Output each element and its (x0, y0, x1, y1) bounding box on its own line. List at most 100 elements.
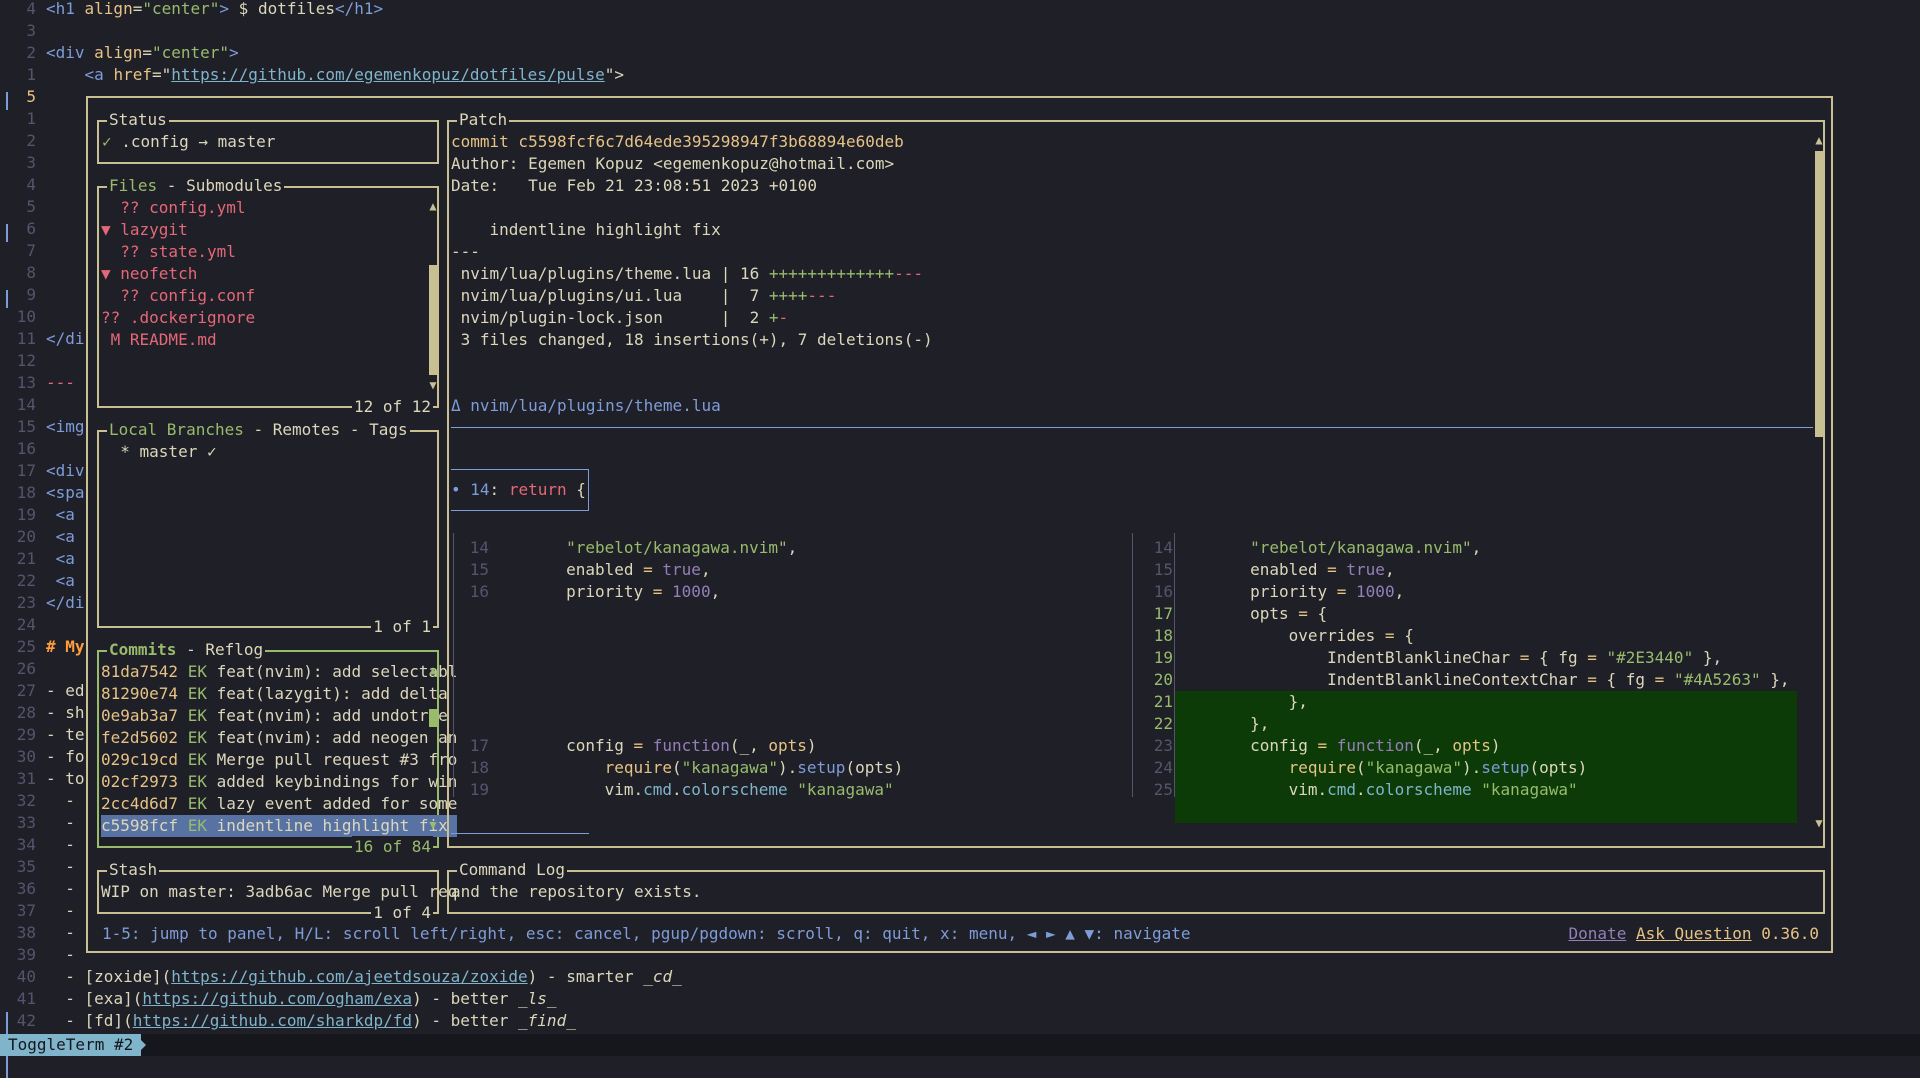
patch-scrollbar[interactable] (1815, 151, 1823, 437)
commit-author: EK (178, 750, 217, 769)
editor-line: 33 - (0, 812, 86, 834)
terminal-name[interactable]: ToggleTerm #2 (0, 1034, 142, 1056)
code-token: colorscheme (1365, 780, 1472, 799)
line-content: - (46, 857, 75, 876)
branches-count: 1 of 1 (371, 616, 433, 638)
code-token: opts (768, 736, 807, 755)
command-log-panel[interactable]: Command Log and the repository exists. (447, 859, 1825, 914)
editor-line: 24 (0, 614, 86, 636)
commit-row[interactable]: 02cf2973 EK added keybindings for win (101, 771, 457, 793)
command-log-title: Command Log (457, 859, 567, 881)
reflog-tab[interactable]: - Reflog (176, 640, 263, 659)
scroll-down-icon[interactable]: ▼ (1814, 816, 1824, 830)
scroll-up-icon[interactable]: ▲ (428, 663, 438, 677)
editor-line: 39 - (0, 944, 86, 966)
branches-panel[interactable]: Local Branches - Remotes - Tags * master… (97, 419, 439, 638)
file-item[interactable]: ?? .dockerignore (101, 307, 255, 329)
hunk-colon: : (489, 480, 509, 499)
code-token: ]( (123, 989, 143, 1008)
submodules-tab[interactable]: - Submodules (157, 176, 283, 195)
commit-row[interactable]: 81290e74 EK feat(lazygit): add delta (101, 683, 457, 705)
local-branches-tab[interactable]: Local Branches (109, 420, 244, 439)
code-token: zoxide (94, 967, 152, 986)
stat-minus: --- (894, 264, 924, 283)
editor-line: 30 - fo (0, 746, 86, 768)
diff-line-number: 20 (1153, 670, 1173, 689)
patch-panel[interactable]: Patch commit c5598fcf6c7d64ede395298947f… (447, 109, 1825, 848)
scroll-up-icon[interactable]: ▲ (1814, 133, 1824, 147)
code-token: enabled (489, 560, 644, 579)
remotes-tags-tabs[interactable]: - Remotes - Tags (244, 420, 407, 439)
diff-line-number: 19 (469, 780, 489, 799)
diff-line-number: 17 (469, 736, 489, 755)
diff-line: 18 require("kanagawa").setup(opts) (453, 757, 904, 779)
commit-row[interactable]: 81da7542 EK feat(nvim): add selectabl (101, 661, 457, 683)
files-panel[interactable]: Files - Submodules ?? config.yml ▼ lazygi… (97, 175, 439, 418)
code-token: = (132, 0, 143, 18)
code-token: { fg (1529, 648, 1588, 667)
line-number: 14 (16, 395, 36, 414)
diff-line-number: 15 (1153, 560, 1173, 579)
diff-line-number: 24 (1153, 758, 1173, 777)
editor-line: 14 (0, 394, 86, 416)
commits-tab[interactable]: Commits (109, 640, 176, 659)
commit-row[interactable]: fe2d5602 EK feat(nvim): add neogen an (101, 727, 457, 749)
editor-line: 41 - [exa](https://github.com/ogham/exa)… (0, 988, 1920, 1010)
author-line: Author: Egemen Kopuz <egemenkopuz@hotmai… (451, 154, 895, 173)
diff-line-number: 23 (1153, 736, 1173, 755)
diff-line-number: 17 (1153, 604, 1173, 623)
file-item[interactable]: M README.md (101, 329, 217, 351)
scroll-down-icon[interactable]: ▼ (428, 378, 438, 392)
line-number: 36 (16, 879, 36, 898)
editor-line: 9 (0, 284, 86, 306)
donate-link[interactable]: Donate (1569, 924, 1627, 943)
commits-scrollbar[interactable] (429, 709, 437, 727)
diff-code: IndentBlanklineChar = { fg = "#2E3440" }… (1173, 648, 1722, 667)
diff-code: "rebelot/kanagawa.nvim", (1173, 538, 1481, 557)
git-sign-marker (6, 92, 8, 110)
commits-panel[interactable]: Commits - Reflog 81da7542 EK feat(nvim):… (97, 639, 458, 858)
code-token: =" (151, 65, 172, 84)
files-scrollbar[interactable] (429, 265, 437, 375)
editor-line: 5 (0, 196, 86, 218)
file-item[interactable]: ?? state.yml (101, 241, 236, 263)
files-tab[interactable]: Files (109, 176, 157, 195)
stat-minus: - (778, 308, 789, 327)
diff-line: 19 IndentBlanklineChar = { fg = "#2E3440… (1137, 647, 1722, 669)
status-panel[interactable]: Status ✓ .config → master (97, 109, 439, 164)
diff-code: priority = 1000, (1173, 582, 1404, 601)
code-token: ) (806, 736, 817, 755)
stash-item[interactable]: WIP on master: 3adb6ac Merge pull req (101, 881, 457, 903)
code-token: 1000 (1346, 582, 1395, 601)
stash-panel[interactable]: Stash WIP on master: 3adb6ac Merge pull … (97, 859, 457, 924)
file-item[interactable]: ▼ neofetch (101, 263, 197, 285)
line-content: <a href="https://github.com/egemenkopuz/… (46, 64, 624, 86)
line-number: 41 (16, 989, 36, 1008)
editor-line: 19 <a (0, 504, 86, 526)
commit-author: EK (178, 684, 217, 703)
commit-hash: 029c19cd (101, 750, 179, 769)
code-token: true (1336, 560, 1385, 579)
line-number: 18 (16, 483, 36, 502)
scroll-down-icon[interactable]: ▼ (428, 818, 438, 832)
code-token: "rebelot/kanagawa.nvim" (566, 538, 788, 557)
code-token: ) - smarter (527, 967, 644, 986)
commit-row[interactable]: 0e9ab3a7 EK feat(nvim): add undotree (101, 705, 457, 727)
code-token: "center" (142, 0, 220, 18)
code-token: overrides (1173, 626, 1385, 645)
commit-row[interactable]: c5598fcf EK indentline highlight fix (101, 815, 458, 837)
line-number: 7 (26, 241, 36, 260)
file-item[interactable]: ▼ lazygit (101, 219, 188, 241)
commit-row[interactable]: 029c19cd EK Merge pull request #3 fro (101, 749, 457, 771)
line-content: <img (46, 417, 85, 436)
commit-row[interactable]: 2cc4d6d7 EK lazy event added for some (101, 793, 457, 815)
code-token: { fg (1596, 670, 1655, 689)
line-number: 40 (16, 967, 36, 986)
diff-code: }, (1173, 714, 1269, 733)
file-item[interactable]: ?? config.yml (101, 197, 245, 219)
ask-question-link[interactable]: Ask Question (1636, 924, 1752, 943)
file-item[interactable]: ?? config.conf (101, 285, 255, 307)
editor-line: 34 - (0, 834, 86, 856)
branch-item-master[interactable]: * master ✓ (101, 441, 216, 463)
scroll-up-icon[interactable]: ▲ (428, 199, 438, 213)
